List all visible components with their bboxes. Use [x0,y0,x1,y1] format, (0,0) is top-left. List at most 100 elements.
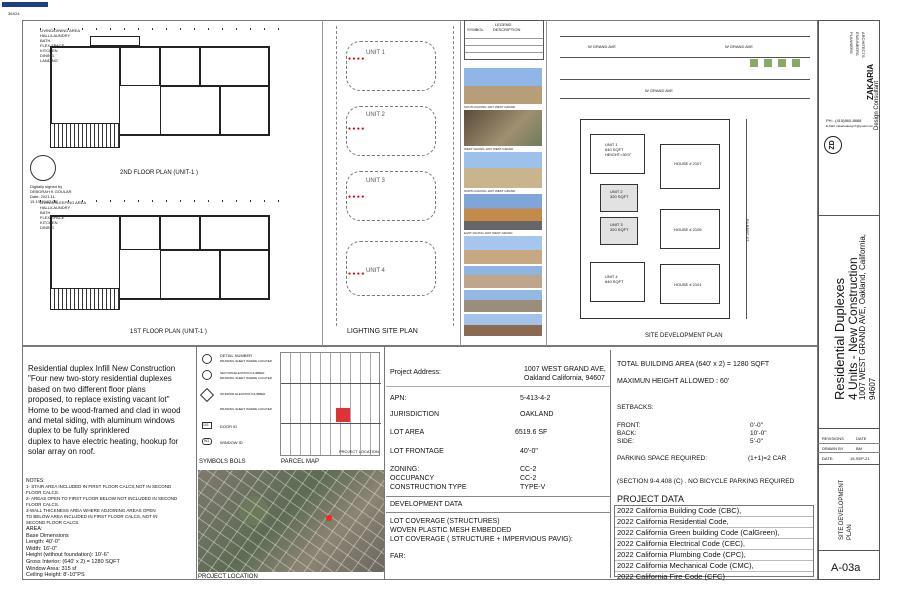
lot-area-label: LOT AREA [390,429,425,436]
lighting-plan-title: LIGHTING SITE PLAN [347,328,418,335]
code-cec: 2022 California Electrical Code (CEC), [615,539,813,550]
dev-line-2: WOVEN PLASTIC MESH EMBEDDED [390,527,512,534]
first-floor-plan: LIVING/SLEEPING AREA HALL/LAUNDRY BATH F… [40,200,280,315]
site-photo-8 [464,314,542,336]
house-2101: HOUSE # 2101 [674,282,702,287]
setback-front-label: FRONT: [617,422,641,429]
area-notes: NOTES: 1- STAIR AREA INCLUDED IN FIRST F… [26,478,178,579]
photo-caption-2: WEST FACING 1007 WEST GRAND [464,147,514,151]
parking-value: (1+1)=2 CAR [748,455,787,462]
jurisdiction-value: OAKLAND [520,411,554,418]
code-cfc: 2022 California Fire Code (CFC) [617,572,725,581]
lighting-unit-1: UNIT 1 [366,50,385,56]
symbols-legend: DETAIL NUMBER DRAWING SHEET WHERE LOCATE… [199,350,276,456]
street-label-2: W GRAND AVE [725,44,753,49]
drawn-by-label: DRAWN BY [822,446,844,451]
code-list: 2022 California Building Code (CBC), 202… [614,505,814,581]
site-unit-3-area: 320 SQFT [610,227,629,232]
sheet-size-label: 36X24 [8,11,20,16]
lot-frontage-label: LOT FRONTAGE [390,448,444,455]
architect-seal [30,155,56,181]
photo-caption-3: NORTH FACING 1007 WEST GRAND [464,189,516,193]
house-2107: HOUSE # 2107 [674,161,702,166]
code-calgreen: 2022 California Green building Code (Cal… [615,528,813,539]
occupancy-value: CC-2 [520,475,537,482]
apn-value: 5-413-4-2 [520,395,551,402]
first-floor-title: 1ST FLOOR PLAN (UNIT-1 ) [130,329,207,335]
site-photo-7 [464,290,542,312]
project-location-title: PROJECT LOCATION [198,574,258,580]
setback-side-label: SIDE: [617,438,634,445]
site-unit-1-height: HEIGHT=30'0" [605,152,632,157]
jurisdiction-label: JURISDICTION [390,411,439,418]
photo-caption-4: EAST FACING 1007 WEST GRAND [464,231,513,235]
site-photo-6 [464,266,542,288]
setback-front-value: 0'-0" [750,422,763,429]
apn-label: APN: [390,395,407,402]
site-photo-4 [464,194,542,230]
project-address-label: Project Address: [390,369,441,376]
total-building-area-value: (640' x 2) = 1280 SQFT [696,361,770,368]
photo-caption-1: SOUTH FACING 1007 WEST GRAND [464,105,516,109]
construction-type-value: TYPE-V [520,484,546,491]
symbols-title: SYMBOLS BOLS [199,459,246,465]
filbert-street: FILBERT ST [745,219,750,242]
code-residential: 2022 California Residential Code, [615,517,813,528]
second-floor-title: 2ND FLOOR PLAN (UNIT-1 ) [120,170,199,176]
project-address-1: 1007 WEST GRAND AVE, Oakland, California… [858,234,867,400]
dev-line-3: LOT COVERAGE ( STRUCTURE + IMPERVIOUS PA… [390,536,573,543]
project-title: Residential Duplexes [832,277,847,400]
setbacks-title: SETBACKS: [617,404,654,411]
company-logo-circle: ZD [824,136,842,154]
brokerage-logo [2,2,48,7]
site-development-plan: W GRAND AVE W GRAND AVE W GRAND AVE UNIT… [550,24,814,329]
bicycle-note: (SECTION 9-4.408 (C) . NO BICYCLE PARKIN… [617,478,795,485]
house-2105: HOUSE # 2105 [674,227,702,232]
parcel-map-title: PARCEL MAP [281,459,320,465]
project-data-title: PROJECT DATA [617,494,685,504]
zoning-value: CC-2 [520,466,537,473]
max-height: MAXIMUN HEIGHT ALLOWED : 60' [617,378,730,385]
company-email: E-Mail: zakariadesign7@gmail.com [826,124,874,128]
site-photo-5 [464,236,542,264]
project-address-2: 94607 [868,377,877,400]
zoning-label: ZONING: [390,466,420,473]
parking-label: PARKING SPACE REQUIRED: [617,455,708,462]
total-building-area-label: TOTAL BUILDING AREA : [617,361,698,368]
drawn-by-value: BM [856,446,862,451]
second-floor-plan: LIVING/DINING AREA HALL/LAUNDRY BATH FLE… [40,28,280,153]
setback-back-label: BACK: [617,430,637,437]
code-cmc: 2022 California Mechanical Code (CMC), [615,561,813,572]
date-row-value: 15-SEP-21 [850,456,870,461]
lighting-unit-2: UNIT 2 [366,112,385,118]
site-unit-2-area: 320 SQFT [610,194,629,199]
project-location-map [198,470,384,572]
company-phone: PH:- (415)860-8888 [826,118,862,123]
construction-type-label: CONSTRUCTION TYPE [390,484,467,491]
lighting-unit-3: UNIT 3 [366,178,385,184]
setback-side-value: 5'-0" [750,438,763,445]
revisions-label: REVISIONS [822,436,844,441]
site-photo-2 [464,110,542,146]
site-unit-4-area: 640 SQFT [605,279,624,284]
sheet-title: SITE DEVELOPMENT PLAN [839,479,853,540]
code-cpc: 2022 California Plumbing Code (CPC), [615,550,813,561]
street-label-1: W GRAND AVE [588,44,616,49]
development-data-title: DEVELOPMENT DATA [390,501,463,508]
lighting-unit-4: UNIT 4 [366,268,385,274]
parcel-map: PROJECT LOCATION [280,352,381,456]
lot-area-value: 6519.6 SF [515,429,548,436]
lighting-legend: LEGEND SYMBOL DESCRIPTION [464,20,544,60]
site-photo-1 [464,68,542,104]
company-sub: Design Consultant [874,80,880,130]
occupancy-label: OCCUPANCY [390,475,435,482]
date-row-label: DATE: [822,456,834,461]
project-address-value: 1007 WEST GRAND AVE, Oakland California,… [524,366,606,382]
dev-line-1: LOT COVERAGE (STRUCTURES) [390,518,500,525]
code-cbc: 2022 California Building Code (CBC), [615,506,813,517]
company-logo: ZD [829,140,836,150]
site-plan-title: SITE DEVELOPMENT PLAN [645,333,723,339]
date-label: DATE [856,436,867,441]
site-photo-3 [464,152,542,188]
lighting-site-plan: UNIT 1 UNIT 2 UNIT 3 UNIT 4 ● ● ● ● ● ● … [326,26,460,326]
